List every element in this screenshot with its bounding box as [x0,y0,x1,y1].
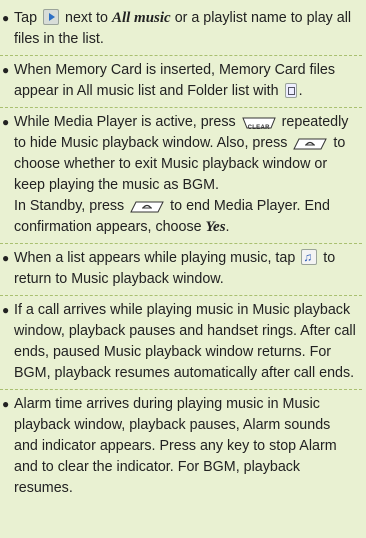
yes-label: Yes [205,219,226,235]
note-item: ● When a list appears while playing musi… [0,244,362,296]
all-music-label: All music [111,10,171,26]
bullet-icon: ● [2,397,10,411]
bullet-icon: ● [2,251,10,265]
play-icon [43,9,60,25]
bullet-icon: ● [2,303,10,317]
note-item: ● If a call arrives while playing music … [0,296,362,390]
bullet-icon: ● [2,115,10,129]
clear-key-icon: CLEAR [241,116,276,131]
manual-page: ● Tap next to All music or a playlist na… [0,0,366,538]
note-item: ● While Media Player is active, press CL… [0,108,362,244]
end-key-icon [293,137,328,151]
end-key-icon [130,200,164,214]
note-item: ● Tap next to All music or a playlist na… [0,4,362,56]
note-item: ● Alarm time arrives during playing musi… [2,396,337,496]
music-note-icon [301,247,318,268]
bullet-icon: ● [2,63,10,77]
note-item: ● When Memory Card is inserted, Memory C… [0,56,362,108]
memory-card-file-icon [284,83,297,98]
bullet-icon: ● [2,11,10,25]
